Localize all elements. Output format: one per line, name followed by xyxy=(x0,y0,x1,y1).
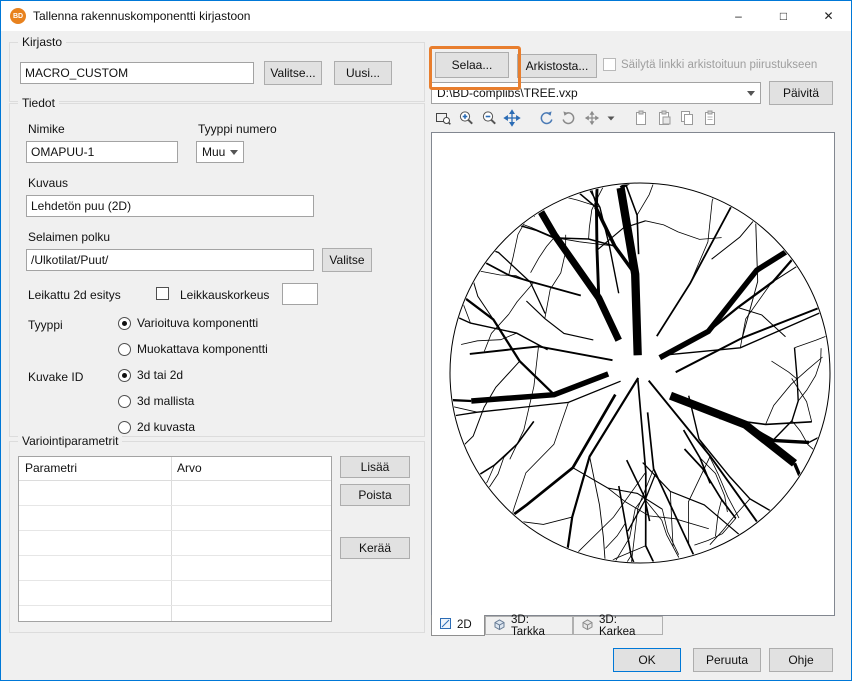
zoom-window-icon[interactable] xyxy=(433,109,453,127)
tab-label: 3D: Karkea xyxy=(599,614,655,638)
leikkauskorkeus-input[interactable] xyxy=(282,283,318,305)
tiedot-group: Tiedot Nimike Tyyppi numero Muu Kuvaus S… xyxy=(9,103,425,437)
tab-3d-tarkka-icon xyxy=(493,618,506,634)
selaimen-polku-input[interactable] xyxy=(26,249,314,271)
kuvake-id-label: Kuvake ID xyxy=(28,370,83,384)
ok-button[interactable]: OK xyxy=(613,648,681,672)
component-path-value: D:\BD-complibs\TREE.vxp xyxy=(437,86,578,100)
copy-icon[interactable] xyxy=(677,109,697,127)
radio-3d-mallista[interactable]: 3d mallista xyxy=(118,393,194,409)
kirjasto-input[interactable] xyxy=(20,62,254,84)
variointi-group-label: Variointiparametrit xyxy=(18,434,122,448)
radio-icon xyxy=(118,395,131,408)
rotate-cw-icon[interactable] xyxy=(559,109,579,127)
tiedot-group-label: Tiedot xyxy=(18,96,59,110)
close-button[interactable]: ✕ xyxy=(806,1,851,31)
leikattu-2d-checkbox[interactable] xyxy=(156,287,169,300)
chevron-down-icon xyxy=(230,150,238,155)
dialog-window: BD Tallenna rakennuskomponentti kirjasto… xyxy=(0,0,852,681)
radio-icon xyxy=(118,421,131,434)
chevron-down-icon xyxy=(747,91,755,96)
leikkauskorkeus-label: Leikkauskorkeus xyxy=(180,288,269,302)
radio-label: 3d mallista xyxy=(137,394,194,408)
clipboard-icon[interactable] xyxy=(700,109,720,127)
tab-3d-tarkka[interactable]: 3D: Tarkka xyxy=(485,616,573,635)
tab-2d[interactable]: 2D xyxy=(431,615,485,636)
tab-3d-karkea-icon xyxy=(581,618,594,634)
window-title: Tallenna rakennuskomponentti kirjastoon xyxy=(33,9,250,23)
radio-2d-kuvasta[interactable]: 2d kuvasta xyxy=(118,419,195,435)
tree-2d-drawing xyxy=(432,133,834,615)
selaa-button[interactable]: Selaa... xyxy=(435,52,509,78)
move-icon[interactable] xyxy=(582,109,602,127)
variointi-group: Variointiparametrit Parametri Arvo Lisää… xyxy=(9,441,425,633)
kuvaus-input[interactable] xyxy=(26,195,314,217)
tyyppi-numero-label: Tyyppi numero xyxy=(198,122,277,136)
table-rows[interactable] xyxy=(19,481,331,621)
kirjasto-group-label: Kirjasto xyxy=(18,35,66,49)
selaimen-polku-label: Selaimen polku xyxy=(28,230,110,244)
tab-label: 2D xyxy=(457,619,472,631)
tab-3d-karkea[interactable]: 3D: Karkea xyxy=(573,616,663,635)
radio-label: Muokattava komponentti xyxy=(137,342,268,356)
tyyppi-label: Tyyppi xyxy=(28,318,63,332)
table-header: Parametri Arvo xyxy=(19,457,331,481)
paste-icon[interactable] xyxy=(631,109,651,127)
lisaa-button[interactable]: Lisää xyxy=(340,456,410,478)
polku-valitse-button[interactable]: Valitse xyxy=(322,248,372,272)
nimike-input[interactable] xyxy=(26,141,178,163)
column-parametri: Parametri xyxy=(19,457,171,480)
ohje-button[interactable]: Ohje xyxy=(769,648,833,672)
keraa-button[interactable]: Kerää xyxy=(340,537,410,559)
radio-muokattava-komponentti[interactable]: Muokattava komponentti xyxy=(118,341,268,357)
column-arvo: Arvo xyxy=(171,457,208,480)
nimike-label: Nimike xyxy=(28,122,65,136)
zoom-out-icon[interactable] xyxy=(479,109,499,127)
toolbar-dropdown-icon[interactable] xyxy=(605,109,617,127)
radio-icon xyxy=(118,343,131,356)
component-path-select[interactable]: D:\BD-complibs\TREE.vxp xyxy=(431,82,761,104)
kirjasto-valitse-button[interactable]: Valitse... xyxy=(264,61,322,85)
tyyppi-numero-select[interactable]: Muu xyxy=(196,141,244,163)
arkistosta-button[interactable]: Arkistosta... xyxy=(517,54,597,78)
leikattu-2d-label: Leikattu 2d esitys xyxy=(28,288,121,302)
tyyppi-numero-value: Muu xyxy=(202,145,225,159)
parameter-table[interactable]: Parametri Arvo xyxy=(18,456,332,622)
minimize-button[interactable]: – xyxy=(716,1,761,31)
tab-label: 3D: Tarkka xyxy=(511,614,565,638)
paste-special-icon[interactable] xyxy=(654,109,674,127)
paivita-button[interactable]: Päivitä xyxy=(769,81,833,105)
sailyta-linkki-checkbox[interactable] xyxy=(603,58,616,71)
maximize-button[interactable]: □ xyxy=(761,1,806,31)
kirjasto-group: Kirjasto Valitse... Uusi... xyxy=(9,42,425,102)
radio-label: 2d kuvasta xyxy=(137,420,195,434)
peruuta-button[interactable]: Peruuta xyxy=(693,648,761,672)
radio-3d-tai-2d[interactable]: 3d tai 2d xyxy=(118,367,183,383)
kuvaus-label: Kuvaus xyxy=(28,176,68,190)
sailyta-linkki-label: Säilytä linkki arkistoituun piirustuksee… xyxy=(621,59,817,71)
radio-icon xyxy=(118,369,131,382)
tab-2d-icon xyxy=(439,617,452,633)
kirjasto-uusi-button[interactable]: Uusi... xyxy=(334,61,392,85)
radio-icon xyxy=(118,317,131,330)
radio-label: Varioituva komponentti xyxy=(137,316,258,330)
poista-button[interactable]: Poista xyxy=(340,484,410,506)
titlebar: BD Tallenna rakennuskomponentti kirjasto… xyxy=(1,1,851,31)
preview-viewport[interactable] xyxy=(431,132,835,616)
preview-toolbar xyxy=(433,108,720,128)
radio-varioituva-komponentti[interactable]: Varioituva komponentti xyxy=(118,315,258,331)
radio-label: 3d tai 2d xyxy=(137,368,183,382)
zoom-in-icon[interactable] xyxy=(456,109,476,127)
pan-icon[interactable] xyxy=(502,109,522,127)
rotate-ccw-icon[interactable] xyxy=(536,109,556,127)
app-icon: BD xyxy=(10,8,26,24)
